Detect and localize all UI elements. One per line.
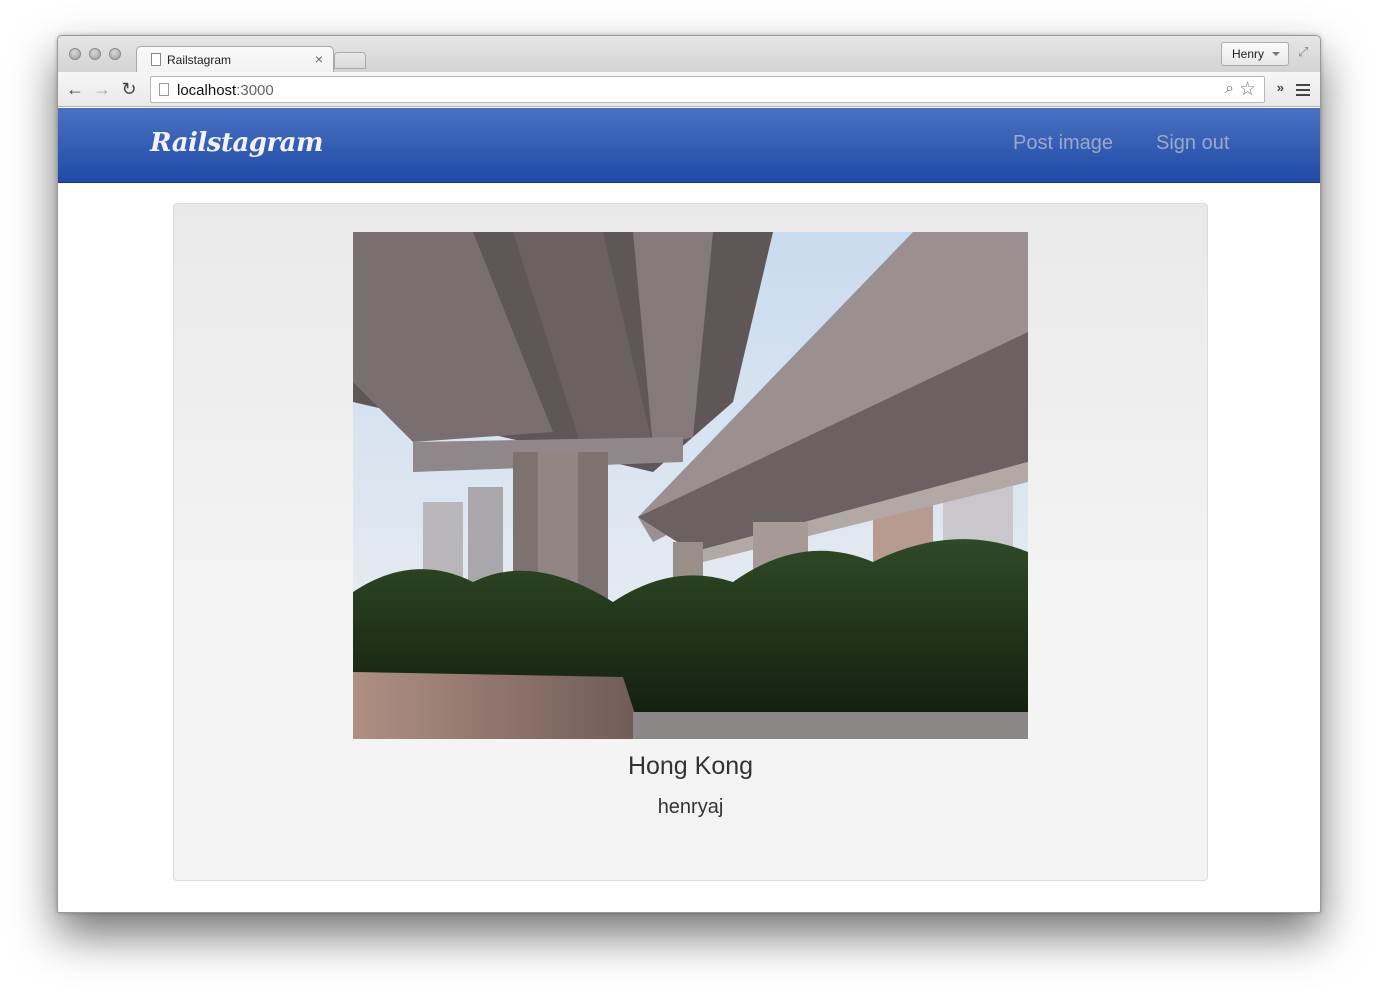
page-icon xyxy=(159,83,169,96)
post-card: Hong Kong henryaj xyxy=(173,203,1208,881)
url-host: localhost xyxy=(177,82,237,99)
post-image xyxy=(353,232,1028,739)
forward-button[interactable]: → xyxy=(91,78,113,100)
close-window-button[interactable] xyxy=(69,48,81,60)
back-button[interactable]: ← xyxy=(64,78,86,100)
zoom-window-button[interactable] xyxy=(109,48,121,60)
chevron-down-icon xyxy=(1272,52,1280,56)
profile-button[interactable]: Henry xyxy=(1221,42,1289,66)
browser-window: Railstagram × Henry ⤢ ← → ↻ localhost:30… xyxy=(57,35,1321,913)
post-username[interactable]: henryaj xyxy=(174,796,1207,819)
minimize-window-button[interactable] xyxy=(89,48,101,60)
bookmark-star-icon[interactable]: ☆ xyxy=(1239,78,1256,101)
url-port: :3000 xyxy=(236,82,274,99)
fullscreen-icon[interactable]: ⤢ xyxy=(1298,45,1312,59)
reload-button[interactable]: ↻ xyxy=(118,78,140,100)
brand-logo[interactable]: Railstagram xyxy=(150,128,324,158)
address-bar[interactable]: localhost:3000 ⌕ ☆ xyxy=(150,76,1265,103)
url-text[interactable]: localhost:3000 xyxy=(177,82,274,99)
menu-icon[interactable] xyxy=(1296,84,1310,96)
browser-toolbar: ← → ↻ localhost:3000 ⌕ ☆ » xyxy=(58,72,1320,107)
page-icon xyxy=(151,53,161,66)
sign-out-link[interactable]: Sign out xyxy=(1156,132,1229,155)
tab-title: Railstagram xyxy=(167,53,232,67)
close-tab-icon[interactable]: × xyxy=(315,51,323,67)
new-tab-button[interactable] xyxy=(334,52,366,69)
app-navbar: Railstagram Post image Sign out xyxy=(58,108,1320,183)
overpass-photo xyxy=(353,232,1028,739)
extensions-overflow-button[interactable]: » xyxy=(1277,80,1284,95)
post-title: Hong Kong xyxy=(627,752,754,780)
tab-strip: Railstagram × Henry ⤢ xyxy=(58,36,1320,73)
zoom-icon[interactable]: ⌕ xyxy=(1225,80,1234,98)
post-image-link[interactable]: Post image xyxy=(1013,132,1113,155)
tab-railstagram[interactable]: Railstagram × xyxy=(136,46,334,73)
profile-name: Henry xyxy=(1232,47,1265,61)
